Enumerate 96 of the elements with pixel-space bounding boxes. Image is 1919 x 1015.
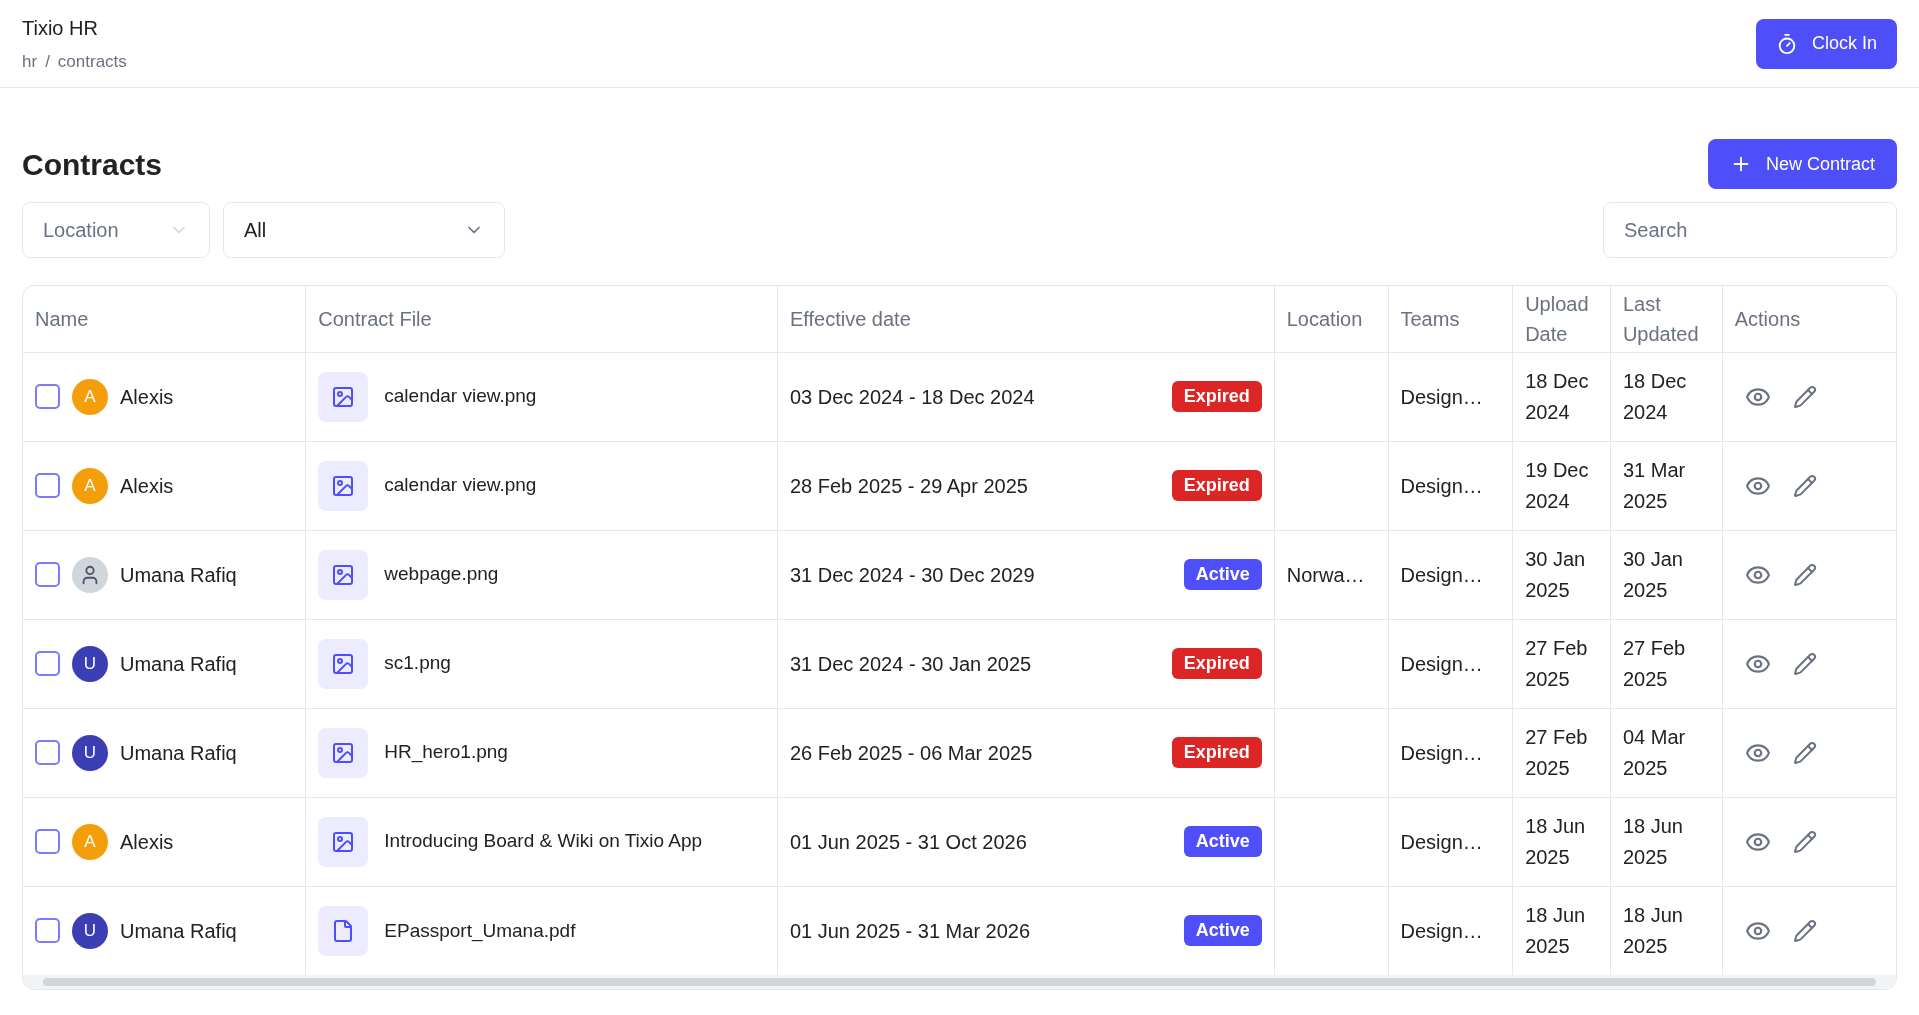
row-checkbox[interactable] [35,651,60,676]
updated-date: 31 Mar 2025 [1622,457,1687,514]
row-checkbox[interactable] [35,740,60,765]
filter-dropdown[interactable]: Location [22,202,210,258]
edit-icon[interactable] [1792,473,1817,498]
row-checkbox[interactable] [35,562,60,587]
filter-dropdown[interactable]: All [223,202,505,258]
employee-name: Umana Rafiq [120,651,237,677]
upload-date: 27 Feb 2025 [1525,724,1589,781]
team-text: Design… [1400,919,1483,942]
status-badge: Expired [1171,737,1262,768]
date-range: 03 Dec 2024 - 18 Dec 2024 [789,384,1035,410]
edit-icon[interactable] [1792,740,1817,765]
updated-date: 18 Dec 2024 [1622,368,1688,425]
edit-icon[interactable] [1792,651,1817,676]
edit-icon[interactable] [1792,918,1817,943]
image-file-icon [318,816,369,867]
document-file-icon [318,905,369,956]
row-checkbox[interactable] [35,829,60,854]
team-text: Design… [1400,563,1483,586]
image-file-icon [318,727,369,778]
file-name: calendar view.png [384,473,537,498]
app-title: Tixio HR [22,15,99,41]
file-name: EPassport_Umana.pdf [384,918,576,944]
column-header: Teams [1388,286,1513,352]
image-file-icon [318,638,369,689]
horizontal-scrollbar[interactable] [23,975,1896,989]
column-header: Actions [1722,286,1896,352]
row-checkbox[interactable] [35,918,60,944]
employee-name: Umana Rafiq [120,918,237,944]
avatar: A [72,823,108,860]
date-range: 31 Dec 2024 - 30 Dec 2029 [789,562,1035,588]
date-range: 28 Feb 2025 - 29 Apr 2025 [789,473,1028,499]
team-text: Design… [1400,830,1483,853]
avatar: U [72,912,108,949]
status-badge: Expired [1171,470,1262,501]
date-range: 31 Dec 2024 - 30 Jan 2025 [789,651,1032,677]
search-field[interactable]: Search [1603,202,1897,258]
breadcrumb-separator: / [45,50,50,73]
edit-icon[interactable] [1792,384,1817,409]
upload-date: 30 Jan 2025 [1525,546,1587,603]
avatar: U [72,645,108,682]
breadcrumb-link[interactable]: hr [22,48,38,75]
date-range: 26 Feb 2025 - 06 Mar 2025 [789,740,1033,766]
status-badge: Active [1183,826,1262,857]
row-checkbox[interactable] [35,384,60,409]
team-text: Design… [1400,741,1483,764]
edit-icon[interactable] [1792,829,1817,854]
updated-date: 18 Jun 2025 [1622,902,1684,959]
row-checkbox[interactable] [35,473,60,498]
status-badge: Active [1183,915,1262,947]
location-text: Norwa… [1286,563,1365,586]
upload-date: 19 Dec 2024 [1525,457,1590,514]
updated-date: 04 Mar 2025 [1622,724,1687,781]
clock-in-button[interactable]: Clock In [1755,18,1897,69]
status-badge: Active [1183,559,1262,590]
employee-name: Umana Rafiq [120,562,237,588]
column-header: Effective date [777,286,1275,352]
team-text: Design… [1400,385,1483,408]
edit-icon[interactable] [1792,562,1817,587]
employee-name: Alexis [120,384,174,410]
updated-date: 18 Jun 2025 [1622,813,1684,870]
column-header: Name [23,286,306,352]
image-file-icon [318,460,369,511]
file-name: Introducing Board & Wiki on Tixio App [384,829,703,854]
file-name: calendar view.png [384,384,537,409]
upload-date: 27 Feb 2025 [1525,635,1589,692]
column-header: Upload Date [1512,286,1611,352]
upload-date: 18 Jun 2025 [1525,813,1587,870]
file-name: HR_hero1.png [384,740,508,765]
upload-date: 18 Jun 2025 [1525,902,1587,959]
column-header: Last Updated [1610,286,1723,352]
page-title: Contracts [22,146,163,183]
employee-name: Alexis [120,829,174,855]
employee-name: Alexis [120,473,174,499]
status-badge: Expired [1171,381,1262,412]
avatar: A [72,378,108,415]
column-header: Location [1274,286,1388,352]
date-range: 01 Jun 2025 - 31 Oct 2026 [789,829,1027,855]
image-file-icon [318,549,369,600]
column-header: Contract File [305,286,778,352]
status-badge: Expired [1171,648,1262,679]
updated-date: 30 Jan 2025 [1622,546,1684,603]
image-file-icon [318,371,369,422]
employee-name: Umana Rafiq [120,740,237,766]
date-range: 01 Jun 2025 - 31 Mar 2026 [789,918,1031,944]
avatar: A [72,467,108,504]
updated-date: 27 Feb 2025 [1622,635,1687,692]
file-name: sc1.png [384,651,451,676]
file-name: webpage.png [384,562,499,587]
new-contract-button[interactable]: New Contract [1707,139,1897,189]
breadcrumb-link[interactable]: contracts [57,48,127,75]
upload-date: 18 Dec 2024 [1525,368,1590,425]
team-text: Design… [1400,474,1483,497]
team-text: Design… [1400,652,1483,675]
avatar: U [72,734,108,771]
